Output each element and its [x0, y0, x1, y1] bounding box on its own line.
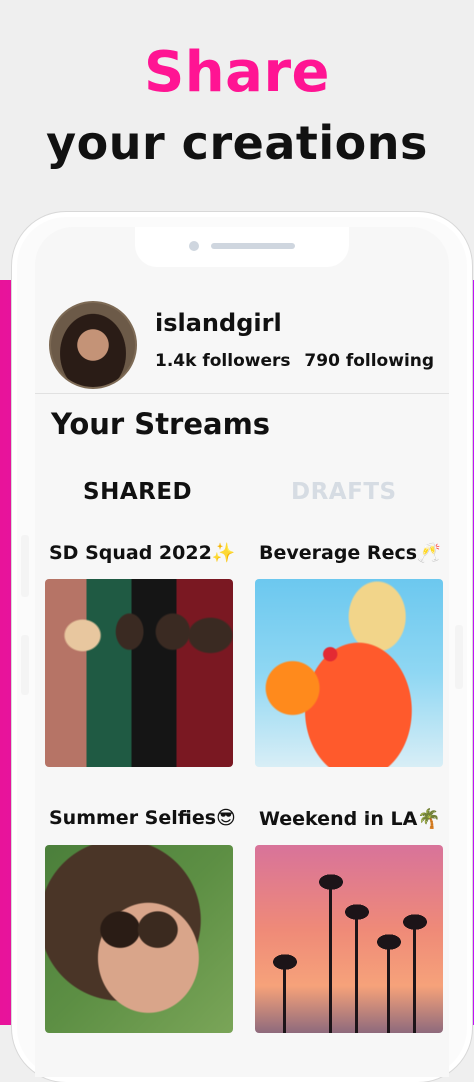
section-title: Your Streams [51, 407, 271, 441]
stream-card-title: Summer Selfies😎 [49, 807, 236, 829]
profile-header: islandgirl 1.4k followers 790 following [35, 287, 449, 394]
palm-tree-silhouette [317, 873, 345, 1033]
stream-card-image[interactable] [255, 579, 443, 767]
phone-side-button [21, 635, 29, 695]
phone-notch [135, 227, 349, 267]
tab-drafts[interactable]: DRAFTS [291, 479, 397, 505]
avatar[interactable] [49, 301, 137, 389]
followers-count[interactable]: 1.4k followers [155, 351, 291, 371]
stream-card-title: SD Squad 2022✨ [49, 542, 236, 564]
headline-your-creations: your creations [46, 116, 428, 170]
palm-tree-silhouette [343, 903, 371, 1033]
stream-card-title: Beverage Recs🥂 [259, 542, 441, 564]
username: islandgirl [155, 309, 282, 337]
stream-card-image[interactable] [255, 845, 443, 1033]
speaker-grille [211, 243, 295, 249]
palm-tree-silhouette [375, 933, 403, 1033]
following-count[interactable]: 790 following [304, 351, 434, 371]
profile-stats: 1.4k followers 790 following [155, 351, 434, 371]
phone-side-button [21, 535, 29, 597]
stream-card-image[interactable] [45, 845, 233, 1033]
phone-side-button [455, 625, 463, 689]
palm-tree-silhouette [401, 913, 429, 1033]
camera-icon [189, 241, 199, 251]
stream-card-title: Weekend in LA🌴 [259, 808, 441, 830]
palm-tree-silhouette [271, 953, 299, 1033]
phone-screen: islandgirl 1.4k followers 790 following … [35, 227, 449, 1077]
phone-frame: islandgirl 1.4k followers 790 following … [12, 212, 472, 1082]
tab-shared[interactable]: SHARED [83, 479, 192, 505]
headline-share: Share [143, 40, 331, 105]
stream-card-image[interactable] [45, 579, 233, 767]
